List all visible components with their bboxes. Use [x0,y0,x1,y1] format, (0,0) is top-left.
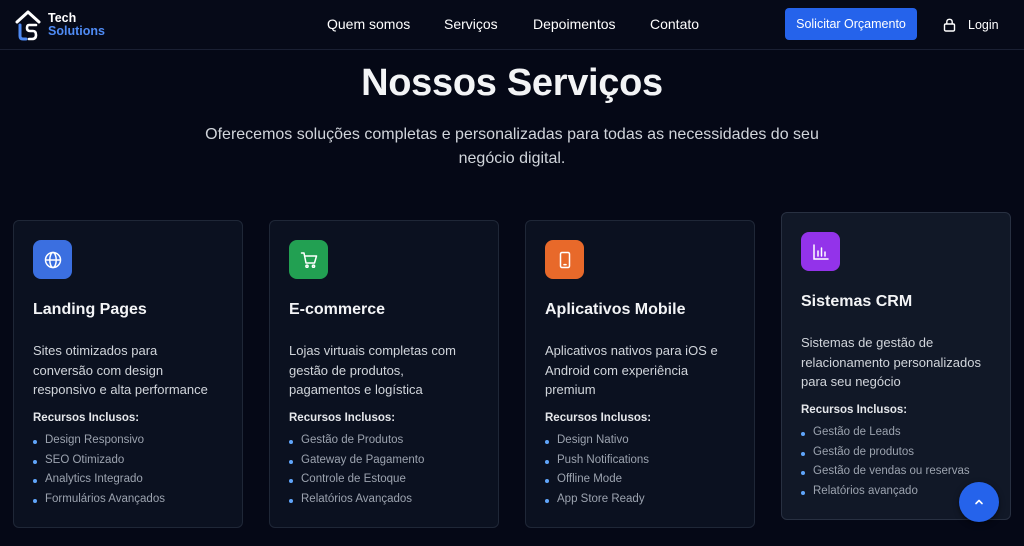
login-button[interactable]: Login [943,16,999,34]
feature-item: Push Notifications [545,454,649,474]
service-description-line: responsivo e alta performance [33,382,208,397]
service-description-line: premium [545,382,596,397]
smartphone-icon [545,240,584,279]
service-description-line: Aplicativos nativos para iOS e [545,343,718,358]
service-description-line: conversão com design [33,362,164,378]
globe-icon [33,240,72,279]
service-card-mobile-apps[interactable]: Aplicativos Mobile Aplicativos nativos p… [525,220,755,528]
service-title: E-commerce [289,301,386,318]
page-subtitle-line2: negócio digital. [458,150,566,167]
nav-quem-somos[interactable]: Quem somos [327,16,410,32]
service-description-line: gestão de produtos, [289,362,404,378]
features-heading: Recursos Inclusos: [545,412,652,424]
page-subtitle: Oferecemos soluções completas e personal… [200,123,824,171]
service-description-line: Sistemas de gestão de [801,335,934,350]
feature-item: Gestão de Leads [801,426,970,446]
features-heading: Recursos Inclusos: [33,412,140,424]
bar-chart-icon [801,232,840,271]
feature-item: Relatórios Avançados [289,493,424,513]
lock-icon [943,18,956,32]
page-title: Nossos Serviços [361,62,663,104]
service-description: Aplicativos nativos para iOS e Android c… [545,341,745,400]
service-title: Aplicativos Mobile [545,301,686,318]
features-list: Gestão de Leads Gestão de produtos Gestã… [801,426,970,504]
service-description: Sistemas de gestão de relacionamento per… [801,333,1001,392]
feature-item: Analytics Integrado [33,473,165,493]
nav-servicos[interactable]: Serviços [444,16,498,32]
feature-item: Gestão de vendas ou reservas [801,465,970,485]
features-heading: Recursos Inclusos: [289,412,396,424]
service-title: Landing Pages [33,301,147,318]
page-subtitle-line1: Oferecemos soluções completas e personal… [205,126,819,143]
service-description-line: Lojas virtuais completas com [289,343,456,358]
chevron-up-icon [975,499,983,505]
feature-item: Design Responsivo [33,434,165,454]
feature-item: Relatórios avançado [801,485,970,505]
service-title: Sistemas CRM [801,293,913,310]
feature-item: App Store Ready [545,493,649,513]
nav-contato[interactable]: Contato [650,16,699,32]
brand-name-line2: Solutions [48,24,105,38]
feature-item: Gestão de Produtos [289,434,424,454]
features-list: Design Nativo Push Notifications Offline… [545,434,649,512]
nav-depoimentos[interactable]: Depoimentos [533,16,616,32]
service-description-line: relacionamento personalizados [801,354,981,370]
feature-item: Gateway de Pagamento [289,454,424,474]
service-card-crm[interactable]: Sistemas CRM Sistemas de gestão de relac… [781,212,1011,520]
request-quote-button[interactable]: Solicitar Orçamento [785,8,917,40]
service-description-line: para seu negócio [801,374,901,389]
cart-icon [289,240,328,279]
feature-item: Design Nativo [545,434,649,454]
feature-item: Gestão de produtos [801,446,970,466]
feature-item: Formulários Avançados [33,493,165,513]
service-description: Lojas virtuais completas com gestão de p… [289,341,489,400]
feature-item: SEO Otimizado [33,454,165,474]
feature-item: Controle de Estoque [289,473,424,493]
feature-item: Offline Mode [545,473,649,493]
service-description-line: Sites otimizados para [33,343,158,358]
service-description: Sites otimizados para conversão com desi… [33,341,233,400]
features-list: Gestão de Produtos Gateway de Pagamento … [289,434,424,512]
brand-logo[interactable]: Tech Solutions [14,9,124,41]
scroll-to-top-button[interactable] [959,482,999,522]
service-description-line: Android com experiência [545,362,689,378]
login-label: Login [968,18,999,32]
navbar: Tech Solutions Quem somos Serviços Depoi… [0,0,1024,50]
features-list: Design Responsivo SEO Otimizado Analytic… [33,434,165,512]
service-card-ecommerce[interactable]: E-commerce Lojas virtuais completas com … [269,220,499,528]
service-description-line: pagamentos e logística [289,382,423,397]
features-heading: Recursos Inclusos: [801,404,908,416]
service-card-landing-pages[interactable]: Landing Pages Sites otimizados para conv… [13,220,243,528]
logo-icon [15,10,41,41]
